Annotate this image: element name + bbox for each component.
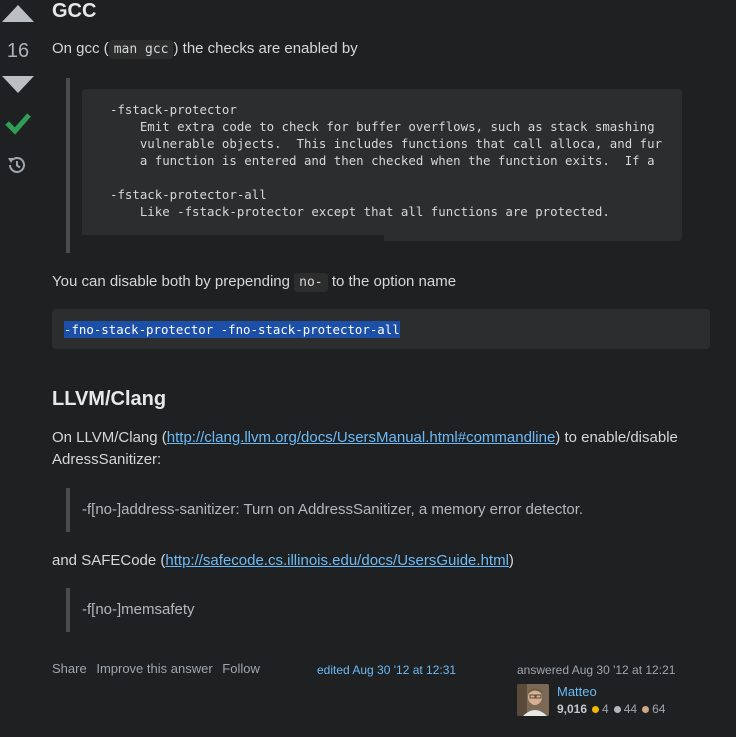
horizontal-scrollbar[interactable] — [82, 235, 384, 241]
disable-text-after: to the option name — [331, 273, 457, 290]
man-excerpt-text: -fstack-protector Emit extra code to che… — [110, 102, 663, 219]
bronze-badge-icon — [642, 706, 650, 713]
reputation-score: 9,016 — [557, 702, 588, 716]
share-link[interactable]: Share — [52, 661, 87, 676]
memsafety-quote: -f[no-]memsafety — [82, 601, 195, 618]
safecode-guide-link[interactable]: http://safecode.cs.illinois.edu/docs/Use… — [165, 552, 509, 569]
gold-badge-icon — [592, 706, 600, 713]
gcc-intro-text: On gcc ( — [52, 40, 109, 57]
heading-llvm-clang: LLVM/Clang — [52, 388, 167, 410]
history-icon[interactable] — [6, 154, 28, 176]
silver-badge-icon — [613, 706, 621, 713]
gcc-intro-paragraph: On gcc (man gcc) the checks are enabled … — [52, 38, 358, 61]
bronze-badge-count: 64 — [652, 702, 666, 716]
silver-badge-count: 44 — [623, 702, 638, 716]
llvm-intro-text: On LLVM/Clang ( — [52, 429, 167, 446]
upvote-button[interactable] — [2, 4, 34, 22]
disable-command-code-block[interactable]: -fno-stack-protector -fno-stack-protecto… — [52, 309, 710, 349]
inline-code-no: no- — [294, 273, 328, 292]
llvm-intro-paragraph: On LLVM/Clang (http://clang.llvm.org/doc… — [52, 427, 712, 471]
upvote-arrow-icon — [2, 5, 34, 22]
inline-code-man-gcc: man gcc — [108, 40, 174, 59]
answered-timestamp: answered Aug 30 '12 at 12:21 — [517, 663, 676, 677]
safecode-text-after: ) — [508, 552, 514, 569]
clang-manual-link[interactable]: http://clang.llvm.org/docs/UsersManual.h… — [167, 429, 556, 446]
disable-text: You can disable both by prepending — [52, 273, 290, 290]
improve-answer-link[interactable]: Improve this answer — [96, 661, 212, 676]
follow-link[interactable]: Follow — [222, 661, 260, 676]
safecode-paragraph: and SAFECode (http://safecode.cs.illinoi… — [52, 550, 514, 572]
address-sanitizer-quote: -f[no-]address-sanitizer: Turn on Addres… — [82, 501, 584, 518]
user-card: Matteo 9,016 4 44 64 — [517, 684, 707, 718]
user-avatar[interactable] — [517, 684, 549, 716]
blockquote-bar — [66, 588, 70, 632]
heading-gcc: GCC — [52, 0, 97, 22]
answer-post: 16 GCC On gcc (man gcc) the checks are e… — [0, 0, 736, 737]
vote-count: 16 — [6, 40, 30, 62]
gold-badge-count: 4 — [602, 702, 609, 716]
safecode-text: and SAFECode ( — [52, 552, 166, 569]
man-excerpt-code-block[interactable]: -fstack-protector Emit extra code to che… — [82, 89, 682, 241]
downvote-arrow-icon — [2, 76, 34, 93]
user-name-link[interactable]: Matteo — [557, 684, 597, 699]
disable-paragraph: You can disable both by prepending no- t… — [52, 271, 456, 294]
post-menu: Share Improve this answer Follow — [52, 661, 266, 676]
blockquote-bar — [66, 78, 70, 253]
user-reputation: 9,016 4 44 64 — [557, 702, 665, 716]
accepted-checkmark-icon — [5, 113, 31, 135]
avatar-image — [517, 684, 549, 716]
gcc-intro-text-after: ) the checks are enabled by — [173, 40, 358, 57]
selected-command-text[interactable]: -fno-stack-protector -fno-stack-protecto… — [64, 321, 400, 338]
downvote-button[interactable] — [2, 76, 34, 94]
edited-timestamp-link[interactable]: edited Aug 30 '12 at 12:31 — [317, 663, 456, 677]
blockquote-bar — [66, 488, 70, 532]
